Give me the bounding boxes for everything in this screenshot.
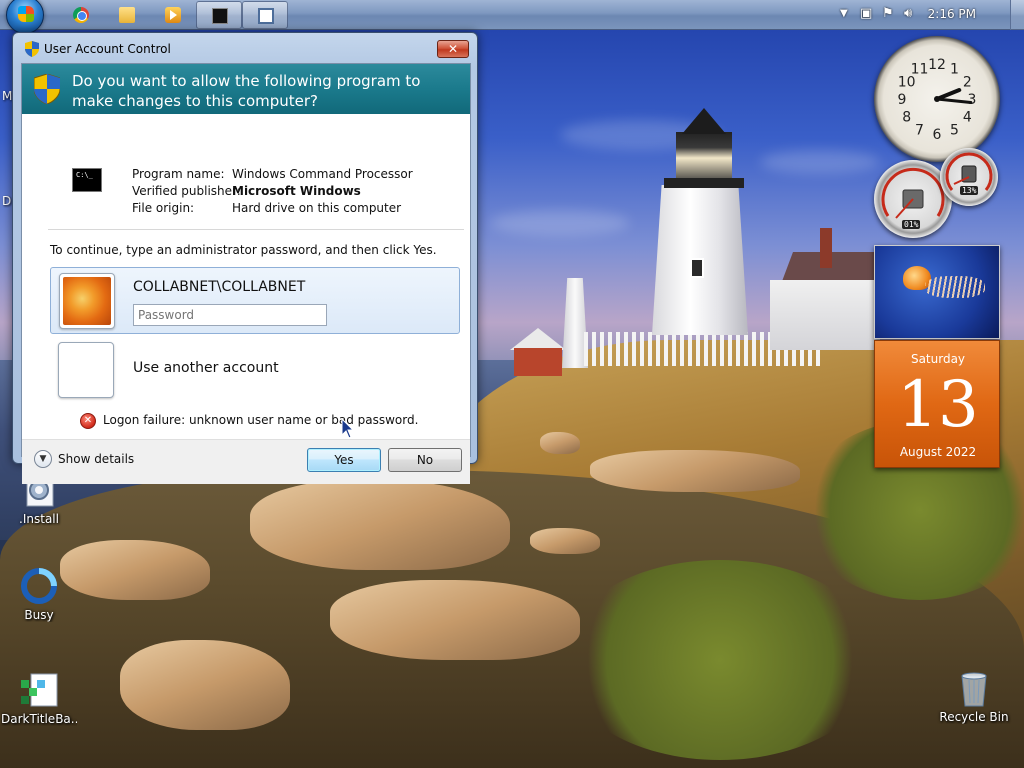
- start-button[interactable]: [6, 0, 44, 34]
- lighthouse-window: [690, 258, 704, 278]
- program-name-label: Program name:: [132, 167, 225, 181]
- cpu-meter-gadget[interactable]: 01% 13%: [874, 148, 1000, 240]
- chimney: [820, 228, 832, 268]
- clock-hour-hand: [935, 88, 962, 101]
- uac-footer: ▼ Show details Yes No: [22, 439, 470, 484]
- desktop-icon-label-partial: D: [2, 194, 12, 208]
- clock-numeral: 5: [950, 122, 959, 138]
- error-icon: ✕: [80, 413, 96, 429]
- uac-instruction: To continue, type an administrator passw…: [50, 243, 437, 257]
- media-player-icon: [165, 7, 181, 23]
- memory-usage-gauge: 13%: [940, 148, 998, 206]
- uac-dialog: User Account Control ✕ Do you want to al…: [12, 32, 478, 484]
- lighthouse-rail: [664, 178, 744, 188]
- desktop-icon-label: .Install: [19, 512, 59, 526]
- calendar-weekday: Saturday: [910, 352, 966, 366]
- uac-shield-icon: [34, 74, 60, 104]
- clock-numeral: 7: [915, 122, 924, 138]
- file-origin-value: Hard drive on this computer: [232, 201, 402, 215]
- clock-numeral: 6: [933, 127, 942, 143]
- volume-icon[interactable]: 🔊︎: [904, 6, 912, 21]
- desktop-icon-recycle-bin[interactable]: Recycle Bin: [936, 668, 1012, 724]
- account-name: COLLABNET\COLLABNET: [133, 279, 306, 295]
- clock-numeral: 2: [963, 75, 972, 91]
- memory-percent: 13%: [960, 186, 979, 195]
- divider: [48, 229, 464, 230]
- clock-gadget[interactable]: 1 2 3 4 5 6 7 8 9 10 11 12: [874, 36, 1000, 162]
- clock-numeral: 9: [898, 92, 907, 108]
- folder-icon: [119, 7, 135, 23]
- yes-button[interactable]: Yes: [307, 448, 381, 472]
- cmd-icon: [212, 8, 228, 24]
- close-button[interactable]: ✕: [437, 40, 469, 58]
- lighthouse-cap: [682, 108, 726, 134]
- publisher-label: Verified publisher:: [132, 184, 241, 198]
- calendar-gadget[interactable]: Saturday 13 August 2022: [874, 340, 1000, 468]
- jellyfish-tentacles: [925, 276, 985, 298]
- system-tray: ▼ ▣ ⚑ 🔊︎ 2:16 PM: [834, 0, 1024, 30]
- flower-avatar-image: [63, 277, 111, 325]
- taskbar: ▼ ▣ ⚑ 🔊︎ 2:16 PM: [0, 0, 1024, 34]
- shed: [514, 348, 562, 376]
- shed-roof: [510, 328, 566, 350]
- no-button[interactable]: No: [388, 448, 462, 472]
- windows-logo-icon: [18, 6, 34, 22]
- account-tile-selected[interactable]: COLLABNET\COLLABNET: [50, 267, 460, 334]
- use-another-account-link[interactable]: Use another account: [133, 360, 279, 376]
- busy-cursor-icon: [19, 566, 59, 606]
- desktop-icon-label-partial: M: [2, 89, 13, 103]
- desktop-icon-label: Busy: [24, 608, 54, 622]
- window-icon: [258, 8, 274, 24]
- blank-avatar: [62, 346, 110, 394]
- show-hidden-icons-chevron[interactable]: ▼: [840, 8, 848, 19]
- uac-title: User Account Control: [44, 42, 171, 56]
- cmd-program-icon: C:\_: [72, 168, 102, 192]
- chrome-icon: [73, 7, 89, 23]
- desktop-icon-label: DarkTitleBa...: [1, 712, 77, 726]
- app-package-icon: [19, 670, 59, 710]
- clock-minute-hand: [935, 97, 973, 105]
- clock-numeral: 11: [911, 62, 929, 78]
- desktop-icon-darktitlebar[interactable]: DarkTitleBa...: [1, 670, 77, 726]
- uac-question: Do you want to allow the following progr…: [72, 72, 421, 110]
- another-account-tile[interactable]: [58, 342, 114, 398]
- slideshow-gadget[interactable]: [874, 245, 1000, 339]
- taskbar-clock[interactable]: 2:16 PM: [928, 7, 976, 21]
- user-avatar: [59, 273, 115, 329]
- clock-numeral: 8: [902, 110, 911, 126]
- clock-numeral: 4: [963, 110, 972, 126]
- clock-numeral: 1: [950, 62, 959, 78]
- clock-numeral: 3: [968, 92, 977, 108]
- taskbar-button-cmd[interactable]: [196, 1, 242, 29]
- calendar-month-year: August 2022: [899, 445, 977, 459]
- taskbar-button-chrome[interactable]: [58, 1, 104, 29]
- action-center-flag-icon[interactable]: ⚑: [882, 6, 894, 21]
- cpu-percent: 01%: [902, 220, 921, 229]
- error-message: Logon failure: unknown user name or bad …: [103, 413, 419, 427]
- publisher-value: Microsoft Windows: [232, 184, 361, 198]
- taskbar-button-media-player[interactable]: [150, 1, 196, 29]
- clock-center-pin: [934, 96, 940, 102]
- recycle-bin-icon: [954, 668, 994, 708]
- program-name-value: Windows Command Processor: [232, 167, 413, 181]
- chevron-down-icon[interactable]: ▼: [34, 450, 52, 468]
- clock-face: 1234567891011 12: [898, 57, 977, 143]
- show-details-link[interactable]: Show details: [58, 452, 134, 466]
- uac-header-banner: Do you want to allow the following progr…: [22, 64, 470, 114]
- clock-numeral: 12: [928, 57, 946, 73]
- uac-content: Do you want to allow the following progr…: [21, 63, 471, 484]
- calendar-day-number: 13: [897, 368, 979, 442]
- keepers-house: [770, 280, 880, 350]
- desktop-icon-busy[interactable]: Busy: [1, 566, 77, 622]
- uac-shield-icon: [25, 41, 39, 57]
- desktop-icon-label: Recycle Bin: [939, 710, 1009, 724]
- taskbar-button-explorer[interactable]: [104, 1, 150, 29]
- file-origin-label: File origin:: [132, 201, 195, 215]
- lighthouse-lantern: [676, 132, 732, 184]
- password-field[interactable]: [133, 304, 327, 326]
- taskbar-button-window[interactable]: [242, 1, 288, 29]
- network-icon[interactable]: ▣: [860, 6, 872, 21]
- show-desktop-button[interactable]: [1010, 0, 1024, 30]
- uac-titlebar[interactable]: User Account Control ✕: [13, 33, 477, 63]
